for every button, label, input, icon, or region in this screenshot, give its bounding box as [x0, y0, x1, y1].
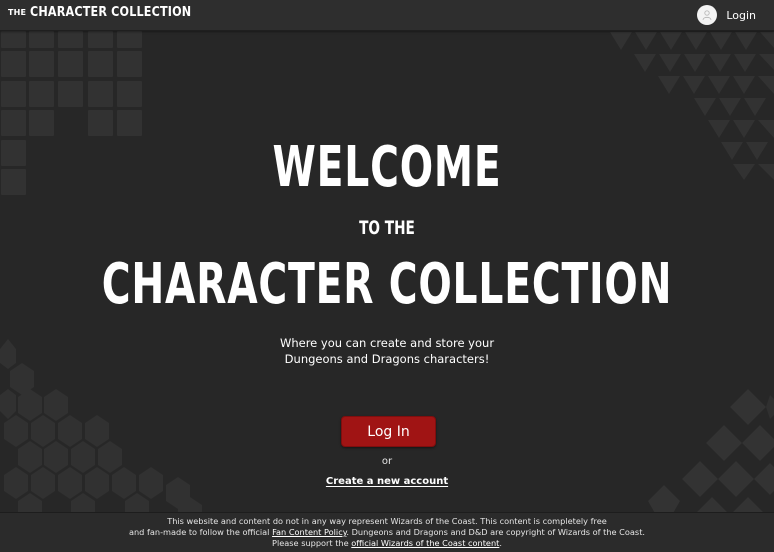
create-account-link[interactable]: Create a new account [326, 476, 448, 487]
footer-line-1: This website and content do not in any w… [167, 516, 607, 526]
user-icon [697, 5, 718, 25]
subtitle-line-2: Dungeons and Dragons characters! [284, 352, 490, 366]
hero-subtitle: Where you can create and store your Dung… [0, 335, 774, 367]
to-the-heading: TO THE [359, 217, 415, 239]
footer-line-3-prefix: Please support the [272, 538, 352, 548]
log-in-button[interactable]: Log In [341, 416, 436, 447]
top-navbar: THE CHARACTER COLLECTION Login [0, 0, 774, 31]
footer-line-3: Please support the official Wizards of t… [0, 538, 774, 549]
header-login-link[interactable]: Login [697, 5, 756, 25]
app-root: THE CHARACTER COLLECTION Login WELCOME T… [0, 0, 774, 552]
subtitle-line-1: Where you can create and store your [279, 336, 495, 350]
footer-line-2: and fan-made to follow the official Fan … [0, 527, 774, 538]
fan-content-policy-link[interactable]: Fan Content Policy [272, 527, 346, 537]
footer-line-3-suffix: . [499, 538, 502, 548]
collection-heading: CHARACTER COLLECTION [101, 252, 673, 317]
welcome-heading: WELCOME [272, 135, 502, 200]
brand-logo[interactable]: THE CHARACTER COLLECTION [8, 6, 218, 24]
hero-section: WELCOME TO THE CHARACTER COLLECTION Wher… [0, 30, 774, 512]
brand-prefix: THE [8, 8, 27, 17]
header-login-label: Login [726, 8, 756, 22]
footer-line-2-suffix: . Dungeons and Dragons and D&D are copyr… [346, 527, 646, 537]
create-account-container: Create a new account [0, 476, 774, 487]
or-separator: or [381, 456, 393, 467]
wizards-content-link[interactable]: official Wizards of the Coast content [351, 538, 499, 548]
brand-name: CHARACTER COLLECTION [30, 5, 192, 20]
footer-line-2-prefix: and fan-made to follow the official [128, 527, 273, 537]
footer-disclaimer: This website and content do not in any w… [0, 512, 774, 552]
